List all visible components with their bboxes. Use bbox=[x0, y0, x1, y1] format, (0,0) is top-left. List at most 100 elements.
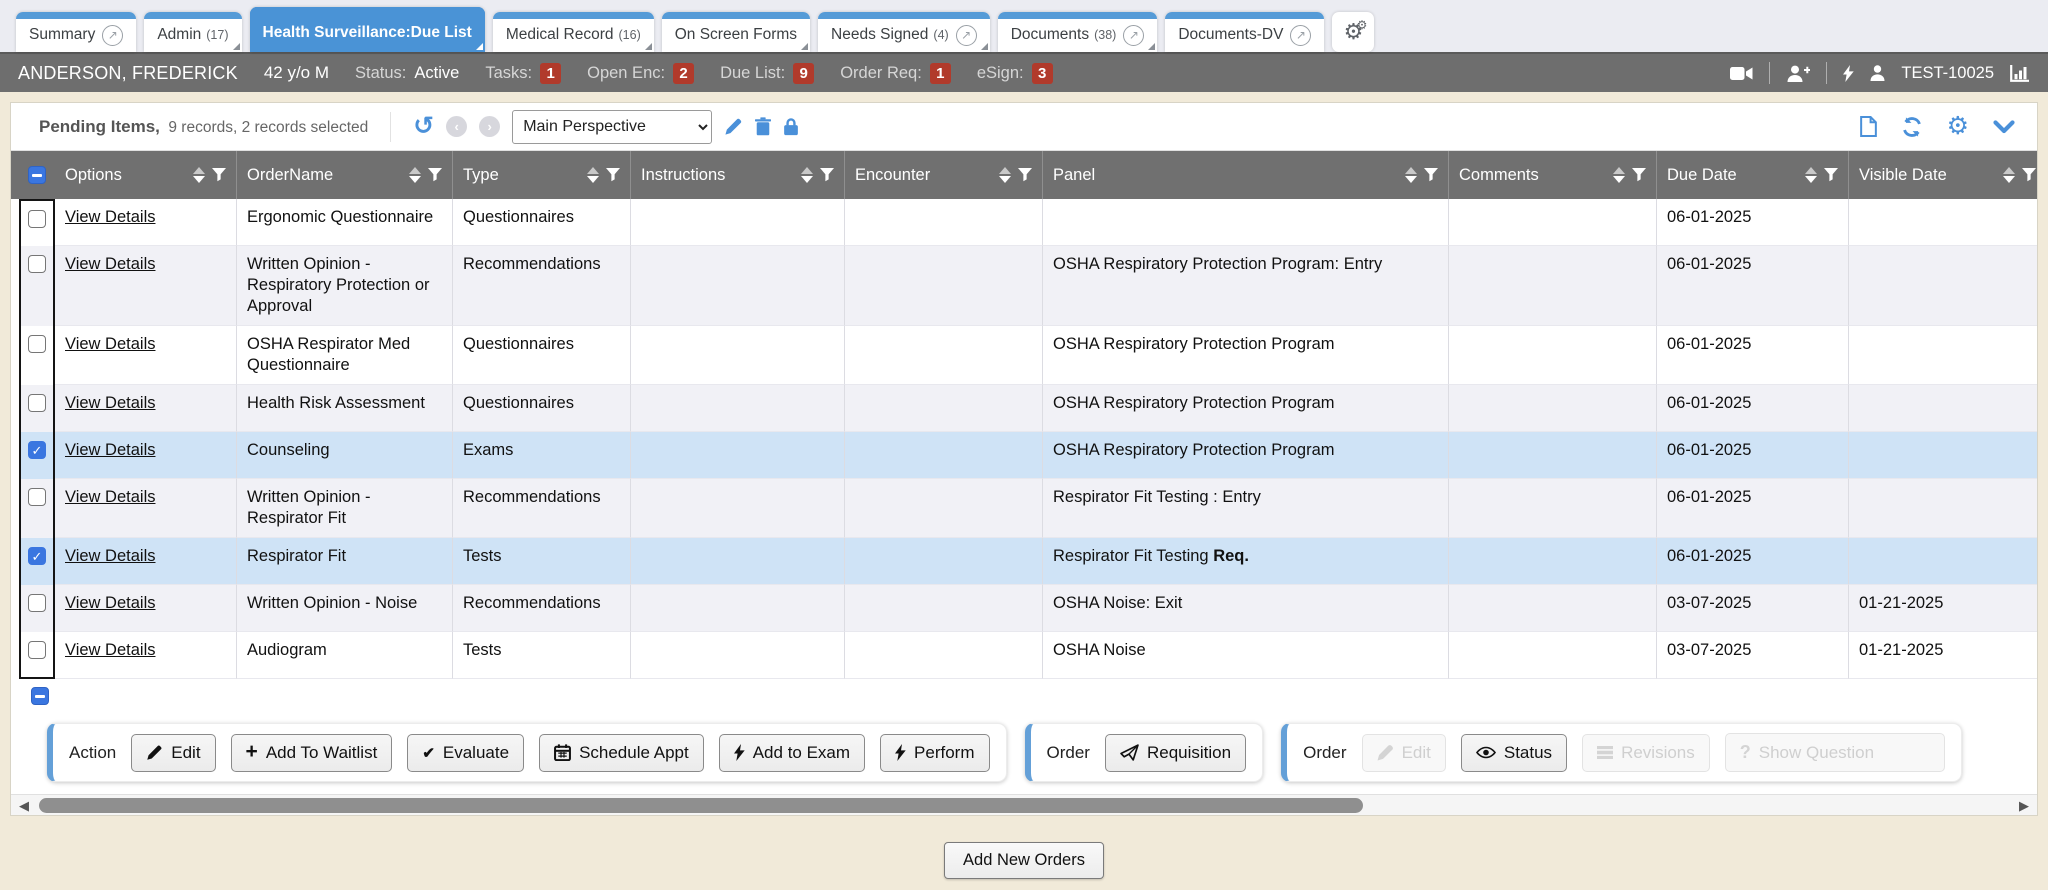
external-link-icon[interactable] bbox=[956, 25, 977, 46]
column-header-options[interactable]: Options bbox=[55, 151, 237, 199]
table-row[interactable]: View Details OSHA Respirator Med Questio… bbox=[11, 326, 2037, 385]
column-header-type[interactable]: Type bbox=[453, 151, 631, 199]
filter-funnel-icon[interactable] bbox=[1424, 168, 1438, 182]
filter-funnel-icon[interactable] bbox=[1018, 168, 1032, 182]
table-row-selected[interactable]: View Details Counseling Exams OSHA Respi… bbox=[11, 432, 2037, 479]
bar-chart-icon[interactable] bbox=[2010, 65, 2030, 82]
sort-icon[interactable] bbox=[1805, 167, 1817, 183]
filter-funnel-icon[interactable] bbox=[2022, 168, 2036, 182]
scroll-right-arrow-icon[interactable] bbox=[2019, 798, 2029, 814]
esign-badge[interactable]: 3 bbox=[1032, 63, 1053, 84]
prev-page-icon[interactable]: ‹ bbox=[446, 116, 467, 137]
sort-icon[interactable] bbox=[1613, 167, 1625, 183]
scrollbar-thumb[interactable] bbox=[39, 798, 1363, 813]
next-page-icon[interactable]: › bbox=[479, 116, 500, 137]
view-details-link[interactable]: View Details bbox=[65, 488, 155, 506]
requisition-button[interactable]: Requisition bbox=[1105, 734, 1246, 772]
row-checkbox[interactable] bbox=[28, 394, 46, 412]
view-details-link[interactable]: View Details bbox=[65, 335, 155, 353]
lightning-bolt-icon[interactable] bbox=[1843, 65, 1854, 82]
bottom-select-all-checkbox[interactable] bbox=[31, 687, 49, 705]
select-all-checkbox[interactable] bbox=[28, 166, 46, 184]
add-user-icon[interactable] bbox=[1786, 65, 1810, 82]
tab-documents[interactable]: Documents (38) bbox=[998, 12, 1158, 52]
tab-needs-signed[interactable]: Needs Signed (4) bbox=[818, 12, 990, 52]
undo-icon[interactable] bbox=[413, 114, 434, 139]
edit-button[interactable]: Edit bbox=[131, 734, 215, 772]
perspective-select[interactable]: Main Perspective bbox=[512, 110, 712, 144]
view-details-link[interactable]: View Details bbox=[65, 255, 155, 273]
view-details-link[interactable]: View Details bbox=[65, 208, 155, 226]
tab-medical-record[interactable]: Medical Record (16) bbox=[493, 12, 654, 52]
status-button[interactable]: Status bbox=[1461, 734, 1567, 772]
row-checkbox[interactable] bbox=[28, 255, 46, 273]
sort-icon[interactable] bbox=[2003, 167, 2015, 183]
row-checkbox[interactable] bbox=[28, 641, 46, 659]
row-checkbox[interactable] bbox=[28, 210, 46, 228]
table-row[interactable]: View Details Written Opinion - Respirato… bbox=[11, 479, 2037, 538]
table-row[interactable]: View Details Written Opinion - Noise Rec… bbox=[11, 585, 2037, 632]
tab-settings-gears-icon[interactable] bbox=[1332, 12, 1374, 52]
column-header-encounter[interactable]: Encounter bbox=[845, 151, 1043, 199]
new-document-icon[interactable] bbox=[1860, 116, 1877, 137]
refresh-icon[interactable] bbox=[1901, 116, 1923, 138]
sort-icon[interactable] bbox=[999, 167, 1011, 183]
delete-perspective-trash-icon[interactable] bbox=[755, 117, 771, 136]
tab-admin[interactable]: Admin (17) bbox=[144, 12, 241, 52]
table-row[interactable]: View Details Ergonomic Questionnaire Que… bbox=[11, 199, 2037, 246]
add-to-waitlist-button[interactable]: Add To Waitlist bbox=[231, 734, 393, 772]
schedule-appt-button[interactable]: Schedule Appt bbox=[539, 734, 704, 772]
perform-button[interactable]: Perform bbox=[880, 734, 989, 772]
column-header-due-date[interactable]: Due Date bbox=[1657, 151, 1849, 199]
column-header-ordername[interactable]: OrderName bbox=[237, 151, 453, 199]
table-row[interactable]: View Details Health Risk Assessment Ques… bbox=[11, 385, 2037, 432]
video-camera-icon[interactable] bbox=[1730, 66, 1753, 81]
filter-funnel-icon[interactable] bbox=[1824, 168, 1838, 182]
view-details-link[interactable]: View Details bbox=[65, 441, 155, 459]
add-to-exam-button[interactable]: Add to Exam bbox=[719, 734, 865, 772]
filter-funnel-icon[interactable] bbox=[606, 168, 620, 182]
view-details-link[interactable]: View Details bbox=[65, 547, 155, 565]
table-row[interactable]: View Details Written Opinion - Respirato… bbox=[11, 246, 2037, 326]
external-link-icon[interactable] bbox=[102, 25, 123, 46]
row-checkbox[interactable] bbox=[28, 594, 46, 612]
tab-documents-dv[interactable]: Documents-DV bbox=[1165, 12, 1324, 52]
view-details-link[interactable]: View Details bbox=[65, 641, 155, 659]
tasks-badge[interactable]: 1 bbox=[540, 63, 561, 84]
filter-funnel-icon[interactable] bbox=[820, 168, 834, 182]
row-checkbox[interactable] bbox=[28, 441, 46, 459]
tab-summary[interactable]: Summary bbox=[16, 12, 136, 52]
column-header-instructions[interactable]: Instructions bbox=[631, 151, 845, 199]
view-details-link[interactable]: View Details bbox=[65, 594, 155, 612]
evaluate-button[interactable]: Evaluate bbox=[407, 734, 524, 772]
filter-funnel-icon[interactable] bbox=[1632, 168, 1646, 182]
view-details-link[interactable]: View Details bbox=[65, 394, 155, 412]
grid-settings-gear-icon[interactable] bbox=[1947, 114, 1969, 139]
collapse-chevron-down-icon[interactable] bbox=[1993, 120, 2015, 134]
lock-perspective-icon[interactable] bbox=[783, 117, 799, 136]
filter-funnel-icon[interactable] bbox=[212, 168, 226, 182]
column-header-panel[interactable]: Panel bbox=[1043, 151, 1449, 199]
open-enc-badge[interactable]: 2 bbox=[673, 63, 694, 84]
external-link-icon[interactable] bbox=[1290, 25, 1311, 46]
add-new-orders-button[interactable]: Add New Orders bbox=[944, 842, 1104, 879]
sort-icon[interactable] bbox=[409, 167, 421, 183]
table-row[interactable]: View Details Audiogram Tests OSHA Noise … bbox=[11, 632, 2037, 679]
row-checkbox[interactable] bbox=[28, 335, 46, 353]
filter-funnel-icon[interactable] bbox=[428, 168, 442, 182]
sort-icon[interactable] bbox=[193, 167, 205, 183]
due-list-badge[interactable]: 9 bbox=[793, 63, 814, 84]
row-checkbox[interactable] bbox=[28, 488, 46, 506]
sort-icon[interactable] bbox=[801, 167, 813, 183]
sort-icon[interactable] bbox=[1405, 167, 1417, 183]
external-link-icon[interactable] bbox=[1123, 25, 1144, 46]
table-row-selected[interactable]: View Details Respirator Fit Tests Respir… bbox=[11, 538, 2037, 585]
order-req-badge[interactable]: 1 bbox=[930, 63, 951, 84]
edit-perspective-pencil-icon[interactable] bbox=[724, 117, 743, 136]
column-header-comments[interactable]: Comments bbox=[1449, 151, 1657, 199]
column-header-visible-date[interactable]: Visible Date bbox=[1849, 151, 2038, 199]
sort-icon[interactable] bbox=[587, 167, 599, 183]
row-checkbox[interactable] bbox=[28, 547, 46, 565]
horizontal-scrollbar[interactable] bbox=[11, 794, 2037, 815]
scroll-left-arrow-icon[interactable] bbox=[19, 798, 29, 814]
